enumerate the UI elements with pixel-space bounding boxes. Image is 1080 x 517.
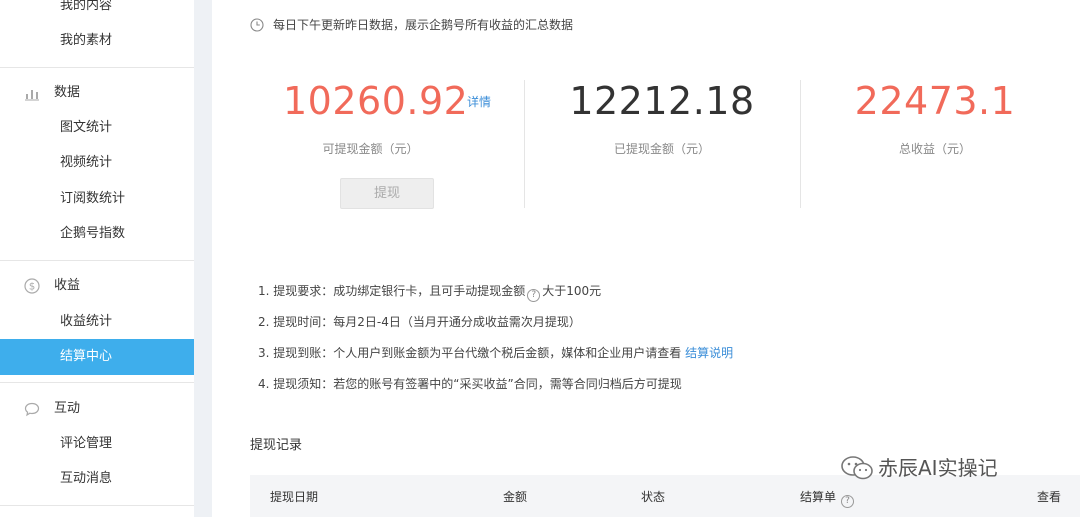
svg-text:$: $ (29, 282, 35, 293)
clock-icon (250, 18, 264, 32)
sidebar-item-article-stats[interactable]: 图文统计 (0, 110, 194, 146)
rule-time: 2. 提现时间：每月2日-4日（当月开通分成收益需次月提现） (258, 315, 581, 329)
sidebar-item-comment-management[interactable]: 评论管理 (0, 426, 194, 462)
column-header-statement-label: 结算单 (800, 490, 837, 504)
help-icon[interactable]: ? (841, 495, 855, 508)
rule-requirement-text: 1. 提现要求：成功绑定银行卡，且可手动提现金额 (258, 284, 526, 298)
rule-notice: 4. 提现须知：若您的账号有签署中的“采买收益”合同，需等合同归档后方可提现 (258, 377, 682, 391)
column-header-view: 查看 (1037, 490, 1062, 504)
watermark: 赤辰AI实操记 (840, 452, 998, 484)
rule-arrival-text: 3. 提现到账：个人用户到账金额为平台代缴个税后金额，媒体和企业用户请查看 (258, 346, 682, 360)
sidebar-item-interaction-messages[interactable]: 互动消息 (0, 461, 194, 497)
sidebar-group-title: 收益 (54, 278, 81, 293)
sidebar-group-title: 数据 (54, 85, 81, 100)
withdrawn-label: 已提现金额（元） (613, 142, 710, 156)
total-revenue-label: 总收益（元） (898, 142, 971, 156)
bar-chart-icon (25, 90, 39, 101)
update-notice-text: 每日下午更新昨日数据，展示企鹅号所有收益的汇总数据 (273, 18, 574, 32)
sidebar-divider (0, 67, 194, 68)
withdraw-rules: 1. 提现要求：成功绑定银行卡，且可手动提现金额? 大于100元 2. 提现时间：… (258, 280, 733, 404)
rule-arrival: 3. 提现到账：个人用户到账金额为平台代缴个税后金额，媒体和企业用户请查看 结算… (258, 342, 733, 373)
stat-divider (524, 80, 525, 208)
sidebar-divider (0, 505, 194, 506)
sidebar-group-revenue: $ 收益 (0, 268, 194, 304)
rule-requirement-suffix: 大于100元 (542, 284, 602, 298)
withdrawable-label: 可提现金额（元） (322, 142, 419, 156)
dollar-icon: $ (24, 278, 40, 294)
watermark-text: 赤辰AI实操记 (878, 456, 998, 480)
settlement-explanation-link[interactable]: 结算说明 (685, 346, 733, 360)
settlement-panel: 每日下午更新昨日数据，展示企鹅号所有收益的汇总数据 10260.92 可提现金额… (212, 0, 1080, 517)
total-revenue-stat: 22473.1 总收益（元） (840, 78, 1030, 157)
sidebar-group-data: 数据 (0, 75, 194, 111)
layout-gap (194, 0, 212, 517)
stat-divider (800, 80, 801, 208)
sidebar-divider (0, 382, 194, 383)
withdrawn-stat: 12212.18 已提现金额（元） (567, 78, 757, 157)
sidebar-divider (0, 260, 194, 261)
detail-link[interactable]: 详情 (467, 93, 491, 110)
sidebar-item-penguin-index[interactable]: 企鹅号指数 (0, 216, 194, 252)
sidebar-item-subscriber-stats[interactable]: 订阅数统计 (0, 181, 194, 217)
sidebar-item-settlement-center[interactable]: 结算中心 (0, 339, 194, 375)
column-header-amount: 金额 (503, 490, 528, 504)
update-notice: 每日下午更新昨日数据，展示企鹅号所有收益的汇总数据 (250, 14, 573, 36)
sidebar-group-interaction: 互动 (0, 391, 194, 427)
help-icon[interactable]: ? (527, 289, 541, 302)
sidebar-item-video-stats[interactable]: 视频统计 (0, 145, 194, 181)
withdrawn-amount: 12212.18 (569, 79, 755, 123)
wechat-icon (841, 456, 873, 480)
sidebar-group-title: 互动 (54, 401, 81, 416)
rule-requirement: 1. 提现要求：成功绑定银行卡，且可手动提现金额? 大于100元 (258, 280, 733, 311)
withdrawable-stat: 10260.92 可提现金额（元） (283, 78, 469, 157)
sidebar: 我的内容 我的素材 数据 图文统计 视频统计 订阅数统计 企鹅号指数 $ 收益 … (0, 0, 194, 517)
withdrawable-amount: 10260.92 (283, 79, 469, 123)
total-revenue-amount: 22473.1 (854, 79, 1016, 123)
sidebar-item-my-materials[interactable]: 我的素材 (0, 23, 194, 59)
column-header-status: 状态 (641, 490, 666, 504)
sidebar-item-revenue-stats[interactable]: 收益统计 (0, 304, 194, 340)
withdraw-button[interactable]: 提现 (340, 178, 434, 209)
comment-icon (24, 402, 40, 417)
column-header-date: 提现日期 (270, 490, 319, 504)
sidebar-item-my-content[interactable]: 我的内容 (0, 0, 194, 24)
records-title: 提现记录 (250, 438, 303, 453)
